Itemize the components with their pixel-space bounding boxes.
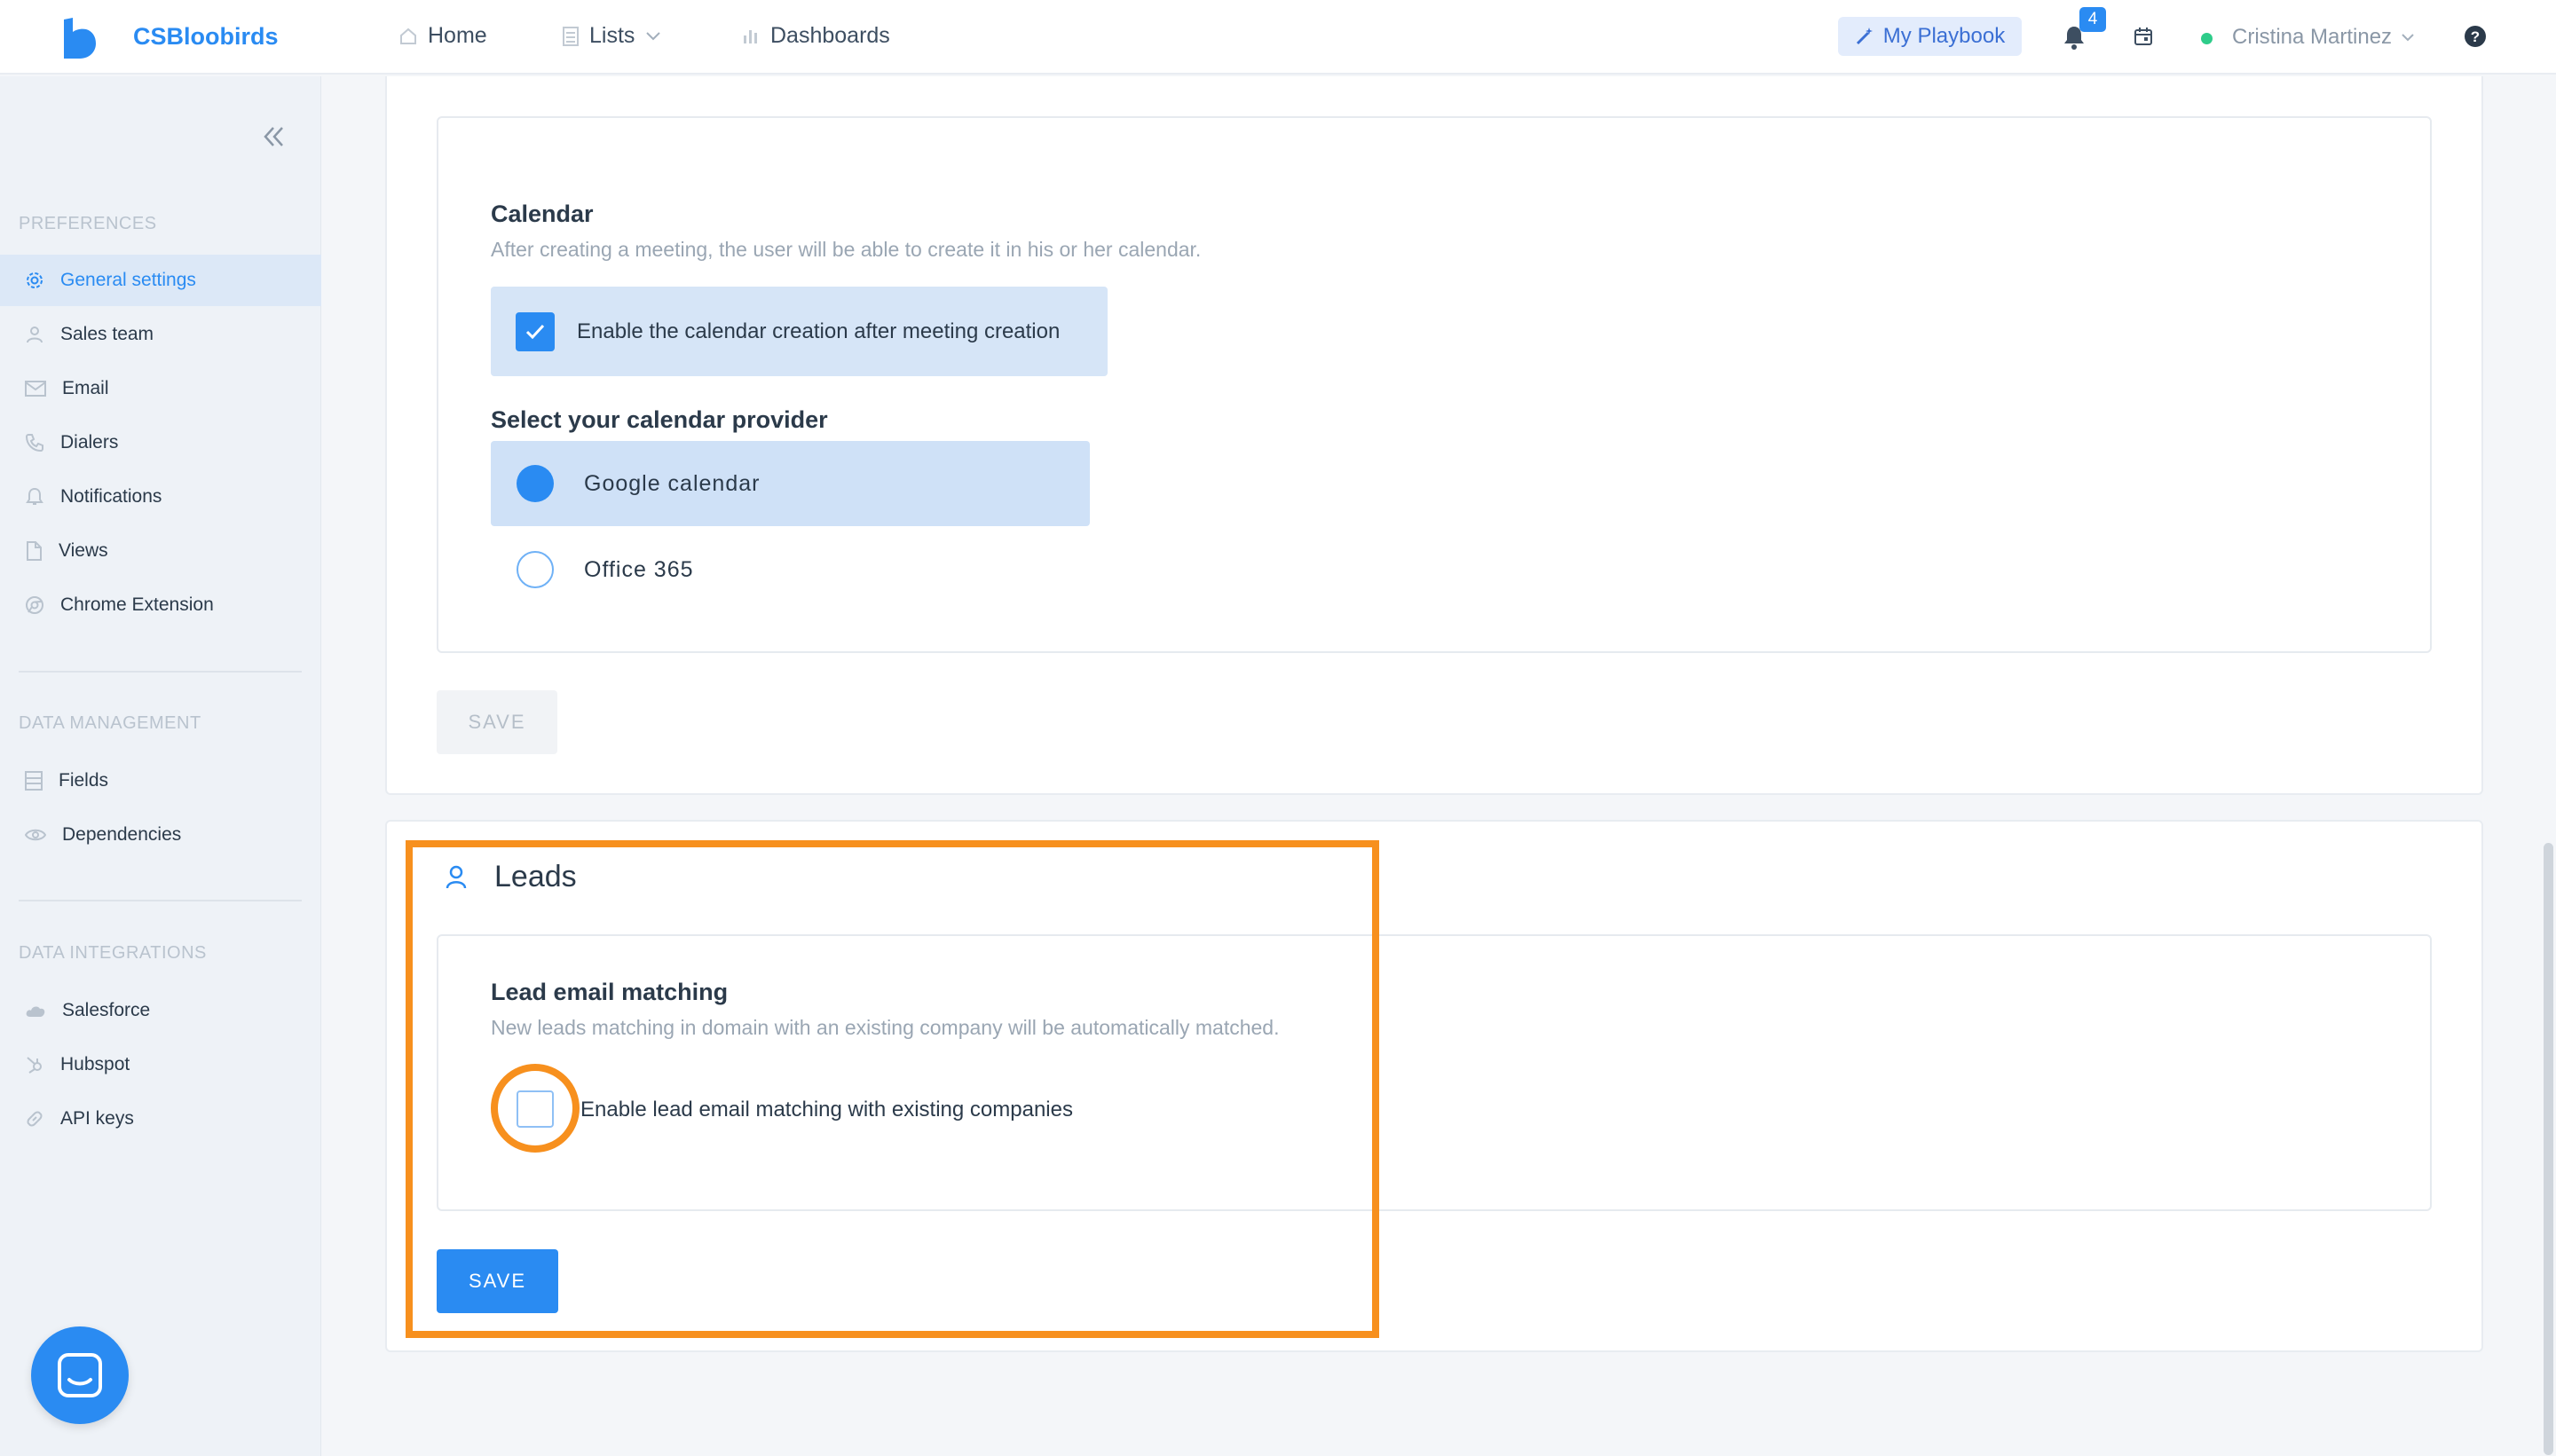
sidebar-item-general-settings[interactable]: General settings [0, 255, 321, 306]
calendar-creation-checkbox[interactable]: Enable the calendar creation after meeti… [491, 287, 1108, 376]
bar-chart-icon [744, 29, 757, 43]
calendar-title: Calendar [491, 201, 594, 227]
sidebar-item-label: Fields [59, 770, 109, 791]
notification-count-badge[interactable]: 4 [2079, 7, 2106, 32]
section-title-data-integrations: DATA INTEGRATIONS [19, 943, 207, 963]
section-title-data-management: DATA MANAGEMENT [19, 713, 201, 733]
cloud-icon [26, 1006, 45, 1017]
link-icon [27, 1111, 43, 1127]
radio-button-selected[interactable] [517, 465, 554, 502]
collapse-sidebar-icon[interactable] [261, 124, 286, 149]
radio-google-calendar-label: Google calendar [584, 470, 761, 496]
checkbox-checked[interactable] [516, 311, 555, 351]
sidebar-item-label: Email [62, 378, 109, 398]
nav-home[interactable]: Home [399, 23, 487, 49]
sidebar-item-fields[interactable]: Fields [0, 755, 321, 807]
support-chat-button[interactable] [31, 1326, 129, 1424]
sidebar-item-label: Chrome Extension [60, 594, 214, 615]
brand-name[interactable]: CSBloobirds [133, 23, 279, 51]
nav-lists-label: Lists [589, 23, 635, 48]
sidebar-item-dependencies[interactable]: Dependencies [0, 809, 321, 861]
sidebar-item-label: General settings [60, 270, 196, 290]
calendar-provider-title: Select your calendar provider [491, 406, 828, 433]
sidebar-item-hubspot[interactable]: Hubspot [0, 1039, 321, 1090]
sidebar-item-dialers[interactable]: Dialers [0, 417, 321, 468]
mail-icon [25, 381, 46, 397]
leads-section-title: Leads [494, 860, 577, 893]
sidebar-item-label: Hubspot [60, 1054, 130, 1074]
file-icon [27, 541, 42, 561]
settings-sidebar: PREFERENCES General settings Sales team … [0, 76, 321, 1456]
radio-office-365-label: Office 365 [584, 556, 694, 582]
sidebar-item-sales-team[interactable]: Sales team [0, 309, 321, 360]
help-icon[interactable]: ? [2464, 25, 2487, 48]
chevron-down-icon [2402, 34, 2414, 42]
lead-email-matching-title: Lead email matching [491, 979, 729, 1005]
list-icon [563, 26, 579, 46]
sidebar-item-label: Views [59, 540, 108, 561]
sidebar-item-views[interactable]: Views [0, 525, 321, 577]
my-playbook-label: My Playbook [1882, 24, 2006, 48]
home-icon [400, 28, 416, 44]
sidebar-item-api-keys[interactable]: API keys [0, 1093, 321, 1145]
lead-email-matching-description: New leads matching in domain with an exi… [491, 1016, 1280, 1039]
scrollbar-thumb[interactable] [2544, 843, 2553, 1455]
lead-email-matching-panel [437, 934, 2432, 1211]
radio-office-365[interactable]: Office 365 [491, 527, 1090, 612]
nav-dashboards[interactable]: Dashboards [742, 23, 890, 49]
magic-wand-icon [1856, 28, 1873, 45]
user-name-label: Cristina Martinez [2232, 25, 2393, 49]
top-navigation-bar: CSBloobirds Home Lists Dashboards My Pla… [0, 0, 2556, 75]
chevron-down-icon [646, 31, 661, 40]
sidebar-item-label: Dependencies [62, 824, 182, 845]
sidebar-item-salesforce[interactable]: Salesforce [0, 985, 321, 1036]
sidebar-item-chrome-extension[interactable]: Chrome Extension [0, 579, 321, 631]
user-icon [27, 327, 43, 343]
eye-icon [25, 829, 46, 841]
bell-icon [26, 487, 43, 505]
calendar-icon[interactable] [2134, 27, 2153, 46]
leads-save-button[interactable]: SAVE [437, 1249, 558, 1313]
sidebar-item-notifications[interactable]: Notifications [0, 471, 321, 523]
lead-email-matching-checkbox[interactable] [517, 1090, 554, 1128]
user-menu[interactable]: Cristina Martinez [2232, 25, 2415, 50]
radio-button-unselected[interactable] [517, 551, 554, 588]
sidebar-item-label: Dialers [60, 432, 119, 453]
nav-lists-dropdown[interactable]: Lists [563, 23, 661, 49]
chat-icon [58, 1353, 102, 1397]
online-status-dot [2201, 33, 2213, 44]
calendar-description: After creating a meeting, the user will … [491, 238, 1202, 261]
gear-icon [27, 272, 43, 288]
svg-text:?: ? [2471, 28, 2480, 45]
sidebar-item-label: Notifications [60, 486, 162, 507]
chrome-icon [26, 596, 43, 614]
sidebar-divider [19, 671, 302, 673]
sidebar-item-label: API keys [60, 1108, 134, 1129]
nav-home-label: Home [428, 23, 487, 48]
lead-email-matching-checkbox-label[interactable]: Enable lead email matching with existing… [580, 1098, 1073, 1122]
radio-google-calendar[interactable]: Google calendar [491, 441, 1090, 526]
phone-icon [25, 434, 43, 453]
nav-dashboards-label: Dashboards [770, 23, 890, 48]
sidebar-item-email[interactable]: Email [0, 363, 321, 414]
calendar-creation-checkbox-label: Enable the calendar creation after meeti… [577, 319, 1061, 343]
bloobirds-logo-icon[interactable] [62, 18, 96, 59]
sidebar-divider [19, 900, 302, 901]
checkmark-icon [525, 324, 545, 339]
list-icon [25, 771, 43, 791]
calendar-save-button[interactable]: SAVE [437, 690, 557, 754]
user-icon [446, 865, 467, 889]
hubspot-icon [27, 1057, 42, 1074]
sidebar-item-label: Salesforce [62, 1000, 151, 1020]
my-playbook-button[interactable]: My Playbook [1838, 17, 2022, 56]
section-title-preferences: PREFERENCES [19, 214, 157, 233]
sidebar-item-label: Sales team [60, 324, 154, 344]
